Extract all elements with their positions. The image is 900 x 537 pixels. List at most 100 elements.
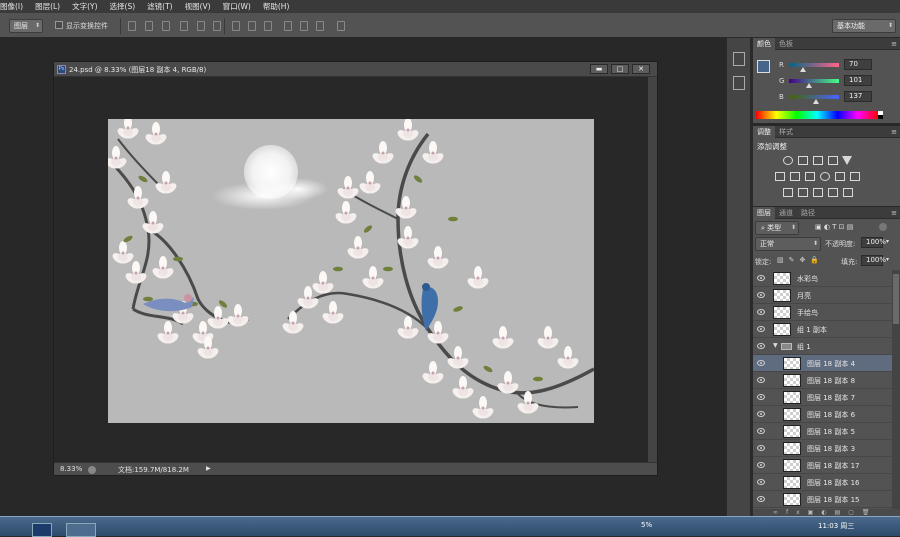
status-arrow-icon[interactable]: ▶	[206, 465, 211, 472]
visibility-eye-icon[interactable]	[757, 326, 765, 332]
panel-menu-icon[interactable]: ≡	[891, 209, 897, 217]
layer-row[interactable]: 组 1 副本	[753, 321, 892, 338]
brightness-icon[interactable]	[783, 156, 793, 165]
tab-styles[interactable]: 样式	[775, 126, 797, 138]
distribute-hcenter-icon[interactable]	[300, 21, 308, 31]
filter-type-icons[interactable]: ▣ ◐ T ⊡ ▤	[815, 223, 853, 231]
distribute-left-icon[interactable]	[284, 21, 292, 31]
vertical-scrollbar[interactable]	[648, 77, 657, 462]
tab-swatches[interactable]: 色板	[775, 38, 797, 50]
align-bottom-icon[interactable]	[162, 21, 170, 31]
menu-layer[interactable]: 图层(L)	[35, 1, 60, 12]
channel-mixer-icon[interactable]	[835, 172, 845, 181]
visibility-eye-icon[interactable]	[757, 275, 765, 281]
visibility-eye-icon[interactable]	[757, 462, 765, 468]
status-menu-icon[interactable]	[88, 466, 96, 474]
panel-menu-icon[interactable]: ≡	[891, 128, 897, 136]
r-slider[interactable]	[789, 63, 839, 67]
visibility-eye-icon[interactable]	[757, 479, 765, 485]
align-hcenter-icon[interactable]	[197, 21, 205, 31]
levels-icon[interactable]	[798, 156, 808, 165]
fill-dropdown-icon[interactable]: ▾	[886, 256, 889, 263]
layer-row[interactable]: 图层 18 副本 17	[753, 457, 892, 474]
close-button[interactable]: ✕	[632, 64, 650, 74]
layer-row[interactable]: 月亮	[753, 287, 892, 304]
taskbar-clock[interactable]: 11:03 周三	[818, 521, 854, 531]
panel-menu-icon[interactable]: ≡	[891, 40, 897, 48]
layer-row[interactable]: 图层 18 副本 4	[753, 355, 892, 372]
foreground-color-swatch[interactable]	[757, 60, 770, 73]
invert-icon[interactable]	[783, 188, 793, 197]
layer-row[interactable]: 水彩鸟	[753, 270, 892, 287]
distribute-top-icon[interactable]	[232, 21, 240, 31]
layer-row[interactable]: ▼ 组 1	[753, 338, 892, 355]
visibility-eye-icon[interactable]	[757, 428, 765, 434]
b-value[interactable]: 137	[844, 91, 872, 102]
document-title-bar[interactable]: Ps 24.psd @ 8.33% (图层18 副本 4, RGB/8) ▬ □…	[54, 62, 657, 77]
vibrance-icon[interactable]	[842, 156, 852, 165]
r-value[interactable]: 70	[844, 59, 872, 70]
visibility-eye-icon[interactable]	[757, 343, 765, 349]
curves-icon[interactable]	[813, 156, 823, 165]
distribute-bottom-icon[interactable]	[264, 21, 272, 31]
artwork-canvas[interactable]	[108, 119, 594, 423]
gradient-map-icon[interactable]	[828, 188, 838, 197]
zoom-level[interactable]: 8.33%	[60, 465, 82, 473]
layer-row[interactable]: 图层 18 副本 7	[753, 389, 892, 406]
g-slider-handle[interactable]	[805, 83, 812, 88]
layer-row[interactable]: 图层 18 副本 8	[753, 372, 892, 389]
visibility-eye-icon[interactable]	[757, 377, 765, 383]
layer-filter-dropdown[interactable]: ⌕ 类型	[755, 221, 799, 235]
blend-mode-dropdown[interactable]: 正常	[755, 237, 821, 251]
tab-channels[interactable]: 通道	[775, 207, 797, 219]
black-white-icon[interactable]	[805, 172, 815, 181]
layer-row[interactable]: 图层 18 副本 15	[753, 491, 892, 508]
menu-select[interactable]: 选择(S)	[110, 1, 136, 12]
visibility-eye-icon[interactable]	[757, 292, 765, 298]
distribute-vcenter-icon[interactable]	[248, 21, 256, 31]
layers-footer-icons[interactable]: ∞fx▣◐▤▢🗑	[753, 509, 900, 516]
color-spectrum-bar[interactable]	[756, 111, 878, 119]
align-left-icon[interactable]	[180, 21, 188, 31]
g-slider[interactable]	[789, 79, 839, 83]
photo-filter-icon[interactable]	[820, 172, 830, 181]
tool-presets-icon[interactable]	[733, 76, 745, 90]
menu-window[interactable]: 窗口(W)	[223, 1, 251, 12]
posterize-icon[interactable]	[798, 188, 808, 197]
menu-filter[interactable]: 滤镜(T)	[147, 1, 172, 12]
exposure-icon[interactable]	[828, 156, 838, 165]
layer-row[interactable]: 图层 18 副本 6	[753, 406, 892, 423]
layer-row[interactable]: 手绘鸟	[753, 304, 892, 321]
maximize-button[interactable]: □	[611, 64, 629, 74]
tab-color[interactable]: 颜色	[753, 38, 775, 50]
visibility-eye-icon[interactable]	[757, 445, 765, 451]
auto-select-dropdown[interactable]: 图层	[9, 19, 43, 33]
visibility-eye-icon[interactable]	[757, 496, 765, 502]
workspace-dropdown[interactable]: 基本功能	[832, 19, 896, 33]
align-top-icon[interactable]	[128, 21, 136, 31]
color-balance-icon[interactable]	[790, 172, 800, 181]
lock-icons[interactable]: ▨✎✥🔒	[777, 256, 824, 264]
layers-scrollbar[interactable]	[892, 270, 900, 509]
visibility-eye-icon[interactable]	[757, 360, 765, 366]
b-slider-handle[interactable]	[812, 99, 819, 104]
filter-toggle-icon[interactable]	[879, 223, 887, 231]
tab-paths[interactable]: 路径	[797, 207, 819, 219]
align-vcenter-icon[interactable]	[145, 21, 153, 31]
hue-saturation-icon[interactable]	[775, 172, 785, 181]
taskbar-app-icon[interactable]	[66, 523, 96, 537]
opacity-value[interactable]: 100%	[861, 237, 886, 248]
black-swatch[interactable]	[878, 115, 883, 119]
color-lookup-icon[interactable]	[850, 172, 860, 181]
fill-value[interactable]: 100%	[861, 255, 886, 266]
canvas-pasteboard[interactable]	[54, 77, 648, 462]
taskbar-app-icon[interactable]	[32, 523, 52, 537]
distribute-right-icon[interactable]	[316, 21, 324, 31]
selective-color-icon[interactable]	[843, 188, 853, 197]
threshold-icon[interactable]	[813, 188, 823, 197]
layers-scroll-thumb[interactable]	[893, 274, 899, 324]
minimize-button[interactable]: ▬	[590, 64, 608, 74]
tab-layers[interactable]: 图层	[753, 207, 775, 219]
visibility-eye-icon[interactable]	[757, 394, 765, 400]
layer-row[interactable]: 图层 18 副本 16	[753, 474, 892, 491]
